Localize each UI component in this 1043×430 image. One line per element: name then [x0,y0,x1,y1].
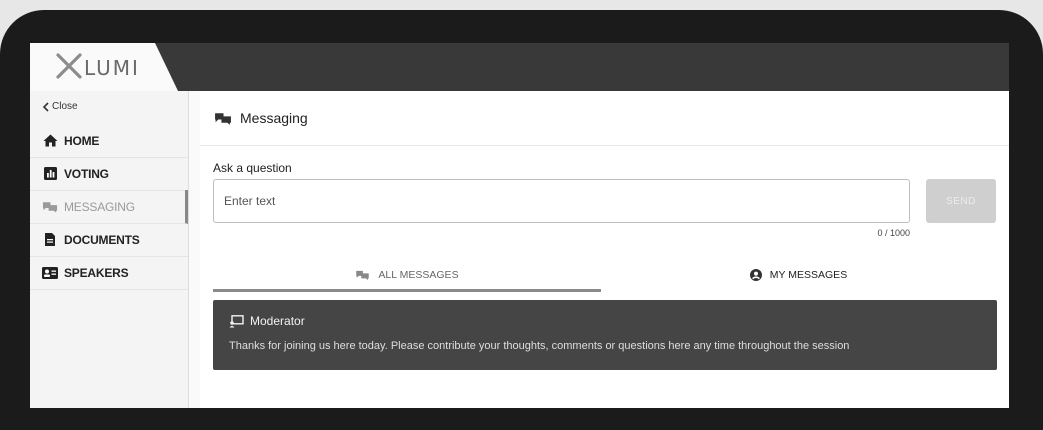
message-text: Thanks for joining us here today. Please… [229,340,850,352]
ask-question-label: Ask a question [213,161,292,175]
sidebar: Close HOME VOTING MESSAGING DOCUMENTS SP… [30,91,189,408]
sidebar-item-label: HOME [64,133,100,148]
sidebar-item-label: DOCUMENTS [64,232,140,247]
sidebar-item-messaging[interactable]: MESSAGING [30,190,188,224]
tab-all-messages[interactable]: ALL MESSAGES [213,260,601,290]
active-tab-indicator [213,289,601,292]
sidebar-item-documents[interactable]: DOCUMENTS [30,223,188,257]
logo-tab: LUMI [30,43,178,91]
presenter-icon [229,314,244,327]
home-icon [42,134,58,148]
close-label: Close [52,101,78,112]
question-input[interactable] [213,179,910,223]
tablet-frame: LUMI Close HOME VOTING MESSAGING DOCUMEN… [0,10,1043,430]
chat-icon [42,200,58,214]
sidebar-item-label: VOTING [64,166,109,181]
bar-chart-icon [42,167,58,181]
author-name: Moderator [250,314,305,328]
chat-icon [214,111,232,125]
character-counter: 0 / 1000 [877,228,910,238]
sidebar-item-label: MESSAGING [64,199,135,214]
page-title: Messaging [240,110,308,126]
id-card-icon [42,266,58,280]
tab-my-messages[interactable]: MY MESSAGES [601,260,996,290]
close-link[interactable]: Close [42,101,78,112]
sidebar-item-speakers[interactable]: SPEAKERS [30,256,188,290]
sidebar-item-home[interactable]: HOME [30,124,188,158]
app-screen: LUMI Close HOME VOTING MESSAGING DOCUMEN… [30,43,1009,408]
send-button[interactable]: SEND [926,179,996,223]
document-icon [42,233,58,247]
message-author: Moderator [229,314,305,328]
message-card: Moderator Thanks for joining us here tod… [213,300,997,370]
sidebar-item-label: SPEAKERS [64,265,129,280]
user-circle-icon [749,269,762,281]
lumi-logo-icon [56,53,82,79]
messaging-panel: Messaging Ask a question 0 / 1000 SEND A… [200,91,1009,408]
tab-label: ALL MESSAGES [378,269,459,281]
sidebar-item-voting[interactable]: VOTING [30,157,188,191]
messaging-header: Messaging [200,91,1009,146]
logo-text: LUMI [84,56,140,80]
chat-icon [356,270,370,280]
top-bar: LUMI [30,43,1009,91]
chevron-left-icon [42,101,49,112]
tab-label: MY MESSAGES [769,269,848,281]
